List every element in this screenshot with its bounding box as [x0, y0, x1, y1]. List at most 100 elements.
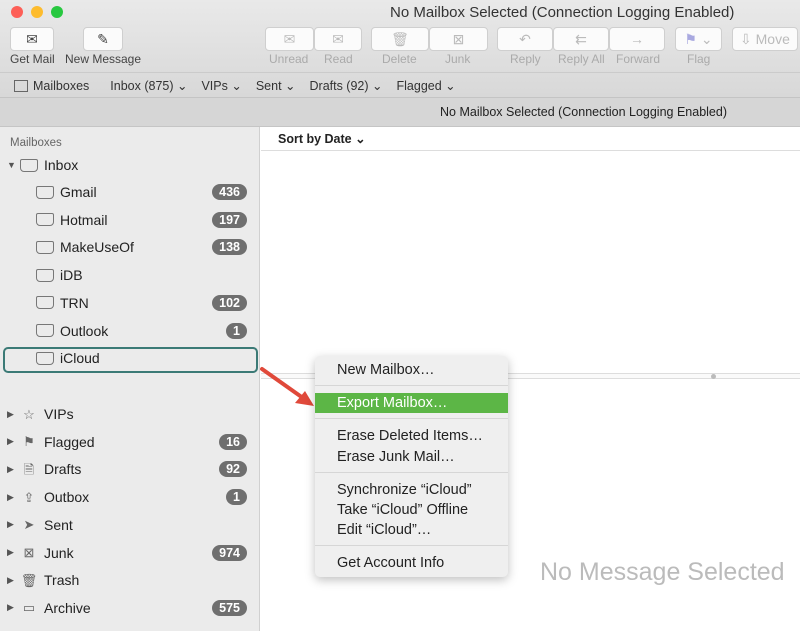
sidebar-item-label: Sent	[44, 516, 73, 533]
divider	[261, 150, 800, 151]
disclosure-closed-icon[interactable]: ▶	[7, 492, 14, 503]
sidebar-item-gmail[interactable]: Gmail 436	[0, 179, 260, 205]
move-button[interactable]: ⇩ Move	[732, 27, 798, 51]
menu-separator	[315, 472, 508, 473]
junk-button[interactable]: ⊠	[429, 27, 488, 51]
delete-button[interactable]: 🗑	[371, 27, 429, 51]
mailbox-icon	[36, 268, 54, 282]
zoom-button[interactable]	[51, 6, 63, 18]
outbox-icon: ⇪	[23, 489, 35, 505]
chevron-down-icon: ⌄	[700, 30, 713, 47]
trash-icon: 🗑	[20, 572, 38, 588]
sidebar-item-icloud[interactable]: iCloud	[0, 345, 260, 371]
drafts-icon: 🗎	[23, 461, 35, 477]
menu-item[interactable]: Erase Junk Mail…	[315, 447, 508, 467]
sidebar-item-drafts[interactable]: ▶ 🗎 Drafts 92	[0, 456, 260, 482]
fav-vips[interactable]: VIPs ⌄	[201, 78, 241, 93]
disclosure-open-icon[interactable]: ▼	[7, 160, 16, 170]
sidebar-item-trash[interactable]: ▶ 🗑 Trash	[0, 567, 260, 593]
disclosure-closed-icon[interactable]: ▶	[7, 547, 14, 558]
disclosure-closed-icon[interactable]: ▶	[7, 464, 14, 475]
flagged-icon: ⚑	[23, 434, 35, 450]
read-label: Read	[324, 52, 353, 66]
sidebar-item-label: TRN	[60, 294, 89, 311]
sidebar-item-trn[interactable]: TRN 102	[0, 290, 260, 316]
forward-label: Forward	[616, 52, 661, 66]
sidebar-item-label: Flagged	[44, 433, 95, 450]
menu-item[interactable]: Edit “iCloud”…	[315, 520, 508, 540]
disclosure-closed-icon[interactable]: ▶	[7, 602, 14, 613]
flag-button[interactable]: ⚑ ⌄	[675, 27, 722, 51]
fav-sent[interactable]: Sent ⌄	[256, 78, 296, 93]
unread-count-badge: 16	[219, 433, 247, 450]
sidebar-item-label: Trash	[44, 572, 80, 589]
unread-count-badge: 138	[212, 239, 247, 256]
menu-item[interactable]: Get Account Info	[315, 553, 508, 573]
disclosure-closed-icon[interactable]: ▶	[7, 519, 14, 530]
sidebar-item-makeuseof[interactable]: MakeUseOf 138	[0, 234, 260, 260]
sent-icon: ➤	[23, 517, 35, 533]
subheader-title: No Mailbox Selected (Connection Logging …	[440, 105, 727, 119]
flag-icon: ⚑	[684, 30, 697, 47]
sidebar-item-outbox[interactable]: ▶ ⇪ Outbox 1	[0, 484, 260, 510]
reply-button[interactable]: ↶	[497, 27, 553, 51]
mailbox-icon	[36, 240, 54, 254]
menu-item[interactable]: Erase Deleted Items…	[315, 426, 508, 446]
move-icon: ⇩	[740, 30, 752, 47]
unread-button[interactable]: ✉	[265, 27, 314, 51]
unread-count-badge: 974	[212, 544, 247, 561]
fav-drafts[interactable]: Drafts (92) ⌄	[310, 78, 383, 93]
fav-mailboxes[interactable]: Mailboxes	[33, 79, 89, 93]
disclosure-closed-icon[interactable]: ▶	[7, 436, 14, 447]
window-title: No Mailbox Selected (Connection Logging …	[390, 4, 735, 21]
menu-item[interactable]: Synchronize “iCloud”	[315, 480, 508, 500]
sidebar-item-archive[interactable]: ▶ ▭ Archive 575	[0, 595, 260, 621]
fav-flagged[interactable]: Flagged ⌄	[397, 78, 456, 93]
sidebar-item-junk[interactable]: ▶ ⊠ Junk 974	[0, 540, 260, 566]
unread-label: Unread	[269, 52, 309, 66]
sort-by-date-button[interactable]: Sort by Date ⌄	[278, 131, 366, 146]
sidebar-item-label: Inbox	[44, 157, 79, 173]
mailbox-icon	[36, 351, 54, 365]
junk-icon: ⊠	[452, 30, 465, 47]
close-button[interactable]	[11, 6, 23, 18]
sidebar-item-outlook[interactable]: Outlook 1	[0, 318, 260, 344]
sidebar-item-label: Drafts	[44, 461, 82, 478]
split-handle[interactable]	[711, 374, 716, 379]
get-mail-button[interactable]: ✉	[10, 27, 54, 51]
get-mail-label: Get Mail	[10, 52, 55, 66]
menu-separator	[315, 545, 508, 546]
sidebar-item-hotmail[interactable]: Hotmail 197	[0, 207, 260, 233]
disclosure-closed-icon[interactable]: ▶	[7, 575, 14, 586]
message-list-header: No Mailbox Selected (Connection Logging …	[0, 98, 800, 127]
flag-label: Flag	[687, 52, 711, 66]
menu-item[interactable]: Take “iCloud” Offline	[315, 500, 508, 520]
disclosure-closed-icon[interactable]: ▶	[7, 409, 14, 420]
compose-icon: ✎	[97, 30, 109, 47]
read-icon: ✉	[332, 30, 344, 47]
mailbox-icon	[36, 185, 54, 199]
sidebar-item-inbox[interactable]: ▼ Inbox	[0, 152, 260, 178]
unread-count-badge: 436	[212, 184, 247, 200]
sidebar-item-idb[interactable]: iDB	[0, 262, 260, 288]
sidebar-toggle-icon[interactable]	[14, 79, 28, 92]
menu-separator	[315, 385, 508, 386]
read-button[interactable]: ✉	[314, 27, 362, 51]
new-message-button[interactable]: ✎	[83, 27, 123, 51]
sidebar-item-sent[interactable]: ▶ ➤ Sent	[0, 512, 260, 538]
reply-icon: ↶	[519, 30, 531, 47]
mailbox-icon	[36, 213, 54, 227]
forward-button[interactable]: →	[609, 27, 665, 51]
reply-all-button[interactable]: ⇇	[553, 27, 609, 51]
fav-inbox[interactable]: Inbox (875) ⌄	[110, 78, 187, 93]
sidebar-item-label: iDB	[60, 267, 83, 284]
sidebar-item-flagged[interactable]: ▶ ⚑ Flagged 16	[0, 429, 260, 455]
minimize-button[interactable]	[31, 6, 43, 18]
menu-item[interactable]: New Mailbox…	[315, 360, 508, 380]
menu-item[interactable]: Export Mailbox…	[315, 393, 508, 413]
sidebar-item-vips[interactable]: ▶ ☆ VIPs	[0, 401, 260, 427]
sidebar-item-label: Outbox	[44, 489, 90, 506]
arrow-annotation-icon	[260, 367, 314, 406]
unread-count-badge: 1	[226, 322, 247, 339]
junk-icon: ⊠	[23, 545, 35, 560]
